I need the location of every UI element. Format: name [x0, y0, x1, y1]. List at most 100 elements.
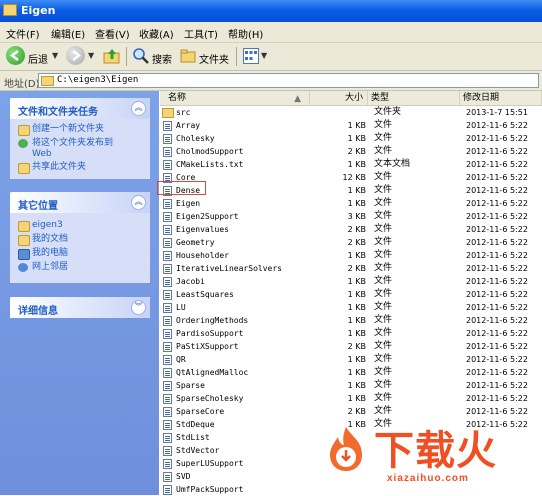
window-title: Eigen [21, 4, 56, 17]
file-tasks-header[interactable]: 文件和文件夹任务 ︽ [10, 98, 150, 119]
file-row[interactable]: Geometry 2 KB 文件 2012-11-6 5:22 [160, 236, 542, 249]
folders-button[interactable]: 文件夹 [199, 51, 229, 66]
file-date: 2012-11-6 5:22 [466, 134, 528, 143]
other-places-header[interactable]: 其它位置 ︽ [10, 192, 150, 213]
file-date: 2012-11-6 5:22 [466, 303, 528, 312]
file-row[interactable]: Core 12 KB 文件 2012-11-6 5:22 [160, 171, 542, 184]
details-header[interactable]: 详细信息 ︾ [10, 297, 150, 318]
file-row[interactable]: SparseCore 2 KB 文件 2012-11-6 5:22 [160, 405, 542, 418]
back-arrow-icon[interactable] [6, 46, 25, 65]
folder-icon [3, 4, 17, 16]
file-tasks-title: 文件和文件夹任务 [18, 107, 98, 118]
file-date: 2012-11-6 5:22 [466, 290, 528, 299]
file-size: 1 KB [347, 381, 366, 390]
file-row[interactable]: Eigen 1 KB 文件 2012-11-6 5:22 [160, 197, 542, 210]
column-date[interactable]: 修改日期 [460, 91, 542, 105]
file-type: 文件 [374, 224, 393, 234]
file-date: 2012-11-6 5:22 [466, 186, 528, 195]
forward-arrow-icon[interactable] [66, 46, 85, 65]
forward-dropdown-icon[interactable]: ▼ [88, 51, 94, 60]
title-bar[interactable]: Eigen [0, 0, 542, 22]
search-icon[interactable] [132, 47, 150, 65]
views-icon[interactable] [243, 48, 259, 64]
file-icon [163, 355, 172, 365]
file-tasks-panel: 文件和文件夹任务 ︽ 创建一个新文件夹 将这个文件夹发布到 Web 共享此文件夹 [10, 98, 150, 179]
file-type: 文件 [374, 237, 393, 247]
file-name: src [176, 108, 191, 117]
menu-tools[interactable]: 工具(T) [184, 26, 218, 41]
file-size: 12 KB [342, 173, 366, 182]
expand-icon[interactable]: ︾ [131, 300, 146, 315]
address-input[interactable]: C:\eigen3\Eigen [38, 73, 539, 88]
collapse-icon[interactable]: ︽ [131, 101, 146, 116]
address-bar: 地址(D) C:\eigen3\Eigen [0, 71, 542, 91]
file-size: 2 KB [347, 342, 366, 351]
file-type: 文件 [374, 315, 393, 325]
folders-icon[interactable] [180, 49, 196, 63]
file-row[interactable]: Jacobi 1 KB 文件 2012-11-6 5:22 [160, 275, 542, 288]
file-date: 2012-11-6 5:22 [466, 329, 528, 338]
toolbar-separator [126, 47, 127, 66]
views-dropdown-icon[interactable]: ▼ [261, 51, 267, 60]
collapse-icon[interactable]: ︽ [131, 195, 146, 210]
folder-icon [18, 221, 30, 232]
file-icon [163, 407, 172, 417]
file-row[interactable]: UmfPackSupport [160, 483, 542, 496]
file-row[interactable]: SparseCholesky 1 KB 文件 2012-11-6 5:22 [160, 392, 542, 405]
menu-favorites[interactable]: 收藏(A) [139, 26, 174, 41]
file-size: 2 KB [347, 225, 366, 234]
file-row[interactable]: Cholesky 1 KB 文件 2012-11-6 5:22 [160, 132, 542, 145]
file-icon [163, 264, 172, 274]
file-row[interactable]: src 文件夹 2013-1-7 15:51 [160, 106, 542, 119]
column-size[interactable]: 大小 [310, 91, 368, 105]
back-dropdown-icon[interactable]: ▼ [52, 51, 58, 60]
file-date: 2012-11-6 5:22 [466, 160, 528, 169]
file-date: 2013-1-7 15:51 [466, 108, 528, 117]
file-name: Cholesky [176, 134, 215, 143]
file-row[interactable]: PaStiXSupport 2 KB 文件 2012-11-6 5:22 [160, 340, 542, 353]
column-type[interactable]: 类型 [368, 91, 460, 105]
menu-view[interactable]: 查看(V) [95, 26, 130, 41]
dense-highlight-box [157, 181, 206, 195]
search-button[interactable]: 搜索 [152, 51, 172, 66]
file-row[interactable]: IterativeLinearSolvers 2 KB 文件 2012-11-6 5:… [160, 262, 542, 275]
file-size: 1 KB [347, 121, 366, 130]
menu-help[interactable]: 帮助(H) [228, 26, 263, 41]
file-row[interactable]: QtAlignedMalloc 1 KB 文件 2012-11-6 5:22 [160, 366, 542, 379]
other-places-title: 其它位置 [18, 201, 58, 212]
file-type: 文件 [374, 146, 393, 156]
file-type: 文件 [374, 380, 393, 390]
column-name[interactable]: 名称 ▲ [160, 91, 310, 105]
file-row[interactable]: Sparse 1 KB 文件 2012-11-6 5:22 [160, 379, 542, 392]
file-row[interactable]: Eigenvalues 2 KB 文件 2012-11-6 5:22 [160, 223, 542, 236]
file-size: 1 KB [347, 290, 366, 299]
file-row[interactable]: CMakeLists.txt 1 KB 文本文档 2012-11-6 5:22 [160, 158, 542, 171]
file-icon [163, 329, 172, 339]
file-type: 文件 [374, 367, 393, 377]
watermark-url: xiazaihuo.com [387, 473, 469, 484]
back-button[interactable]: 后退 [28, 51, 48, 66]
file-name: UmfPackSupport [176, 485, 244, 494]
file-row[interactable]: Array 1 KB 文件 2012-11-6 5:22 [160, 119, 542, 132]
menu-edit[interactable]: 编辑(E) [51, 26, 85, 41]
file-name: SparseCholesky [176, 394, 244, 403]
file-row[interactable]: QR 1 KB 文件 2012-11-6 5:22 [160, 353, 542, 366]
file-row[interactable]: OrderingMethods 1 KB 文件 2012-11-6 5:22 [160, 314, 542, 327]
file-row[interactable]: Dense 1 KB 文件 2012-11-6 5:22 [160, 184, 542, 197]
up-folder-icon[interactable] [103, 47, 121, 65]
file-type: 文件 [374, 211, 393, 221]
file-row[interactable]: LeastSquares 1 KB 文件 2012-11-6 5:22 [160, 288, 542, 301]
file-name: CMakeLists.txt [176, 160, 244, 169]
file-row[interactable]: CholmodSupport 2 KB 文件 2012-11-6 5:22 [160, 145, 542, 158]
file-row[interactable]: Householder 1 KB 文件 2012-11-6 5:22 [160, 249, 542, 262]
file-row[interactable]: PardisoSupport 1 KB 文件 2012-11-6 5:22 [160, 327, 542, 340]
file-type: 文件 [374, 354, 393, 364]
file-type: 文件 [374, 341, 393, 351]
file-date: 2012-11-6 5:22 [466, 212, 528, 221]
file-name: Eigenvalues [176, 225, 229, 234]
menu-file[interactable]: 文件(F) [6, 26, 40, 41]
file-type: 文件 [374, 393, 393, 403]
address-path: C:\eigen3\Eigen [57, 75, 139, 85]
file-row[interactable]: LU 1 KB 文件 2012-11-6 5:22 [160, 301, 542, 314]
file-row[interactable]: Eigen2Support 3 KB 文件 2012-11-6 5:22 [160, 210, 542, 223]
